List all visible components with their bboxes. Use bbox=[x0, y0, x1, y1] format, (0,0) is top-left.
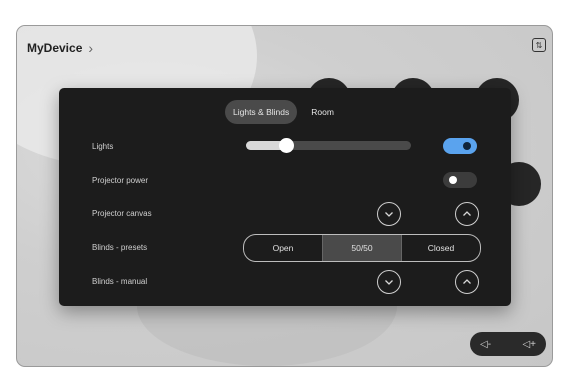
chevron-right-icon: › bbox=[88, 40, 94, 56]
projector-power-label: Projector power bbox=[92, 176, 149, 185]
lights-label: Lights bbox=[92, 142, 114, 151]
volume-control: ◁- ◁+ bbox=[470, 332, 546, 356]
tab-lights-blinds[interactable]: Lights & Blinds bbox=[225, 100, 298, 124]
blinds-manual-down-button[interactable] bbox=[377, 270, 401, 294]
breadcrumb[interactable]: MyDevice › bbox=[27, 40, 93, 56]
panel-tabs: Lights & Blinds Room bbox=[225, 100, 342, 124]
device-screen: MyDevice › ⇅ Lights & Blinds Room Lights… bbox=[16, 25, 553, 367]
preset-closed-button[interactable]: Closed bbox=[402, 235, 480, 261]
lights-toggle[interactable] bbox=[443, 138, 477, 154]
preset-50-50-button[interactable]: 50/50 bbox=[322, 235, 402, 261]
projector-canvas-up-button[interactable] bbox=[455, 202, 479, 226]
tab-room[interactable]: Room bbox=[303, 100, 342, 124]
chevron-up-icon bbox=[463, 211, 471, 216]
blinds-presets-label: Blinds - presets bbox=[92, 243, 148, 252]
control-panel: Lights & Blinds Room Lights Projector po… bbox=[59, 88, 511, 306]
volume-down-icon[interactable]: ◁- bbox=[480, 339, 491, 350]
preset-open-button[interactable]: Open bbox=[244, 235, 322, 261]
projector-canvas-label: Projector canvas bbox=[92, 209, 152, 218]
sort-icon[interactable]: ⇅ bbox=[532, 38, 546, 52]
toggle-dot bbox=[463, 142, 471, 150]
blinds-manual-label: Blinds - manual bbox=[92, 277, 148, 286]
lights-slider[interactable] bbox=[246, 138, 411, 153]
blinds-presets-segmented-control: Open 50/50 Closed bbox=[243, 234, 481, 262]
chevron-down-icon bbox=[385, 212, 393, 217]
chevron-up-icon bbox=[463, 279, 471, 284]
chevron-down-icon bbox=[385, 280, 393, 285]
slider-handle[interactable] bbox=[278, 138, 294, 153]
blinds-manual-up-button[interactable] bbox=[455, 270, 479, 294]
device-name: MyDevice bbox=[27, 41, 83, 55]
projector-canvas-down-button[interactable] bbox=[377, 202, 401, 226]
volume-up-icon[interactable]: ◁+ bbox=[522, 339, 536, 350]
toggle-dot bbox=[449, 176, 457, 184]
projector-power-toggle[interactable] bbox=[443, 172, 477, 188]
